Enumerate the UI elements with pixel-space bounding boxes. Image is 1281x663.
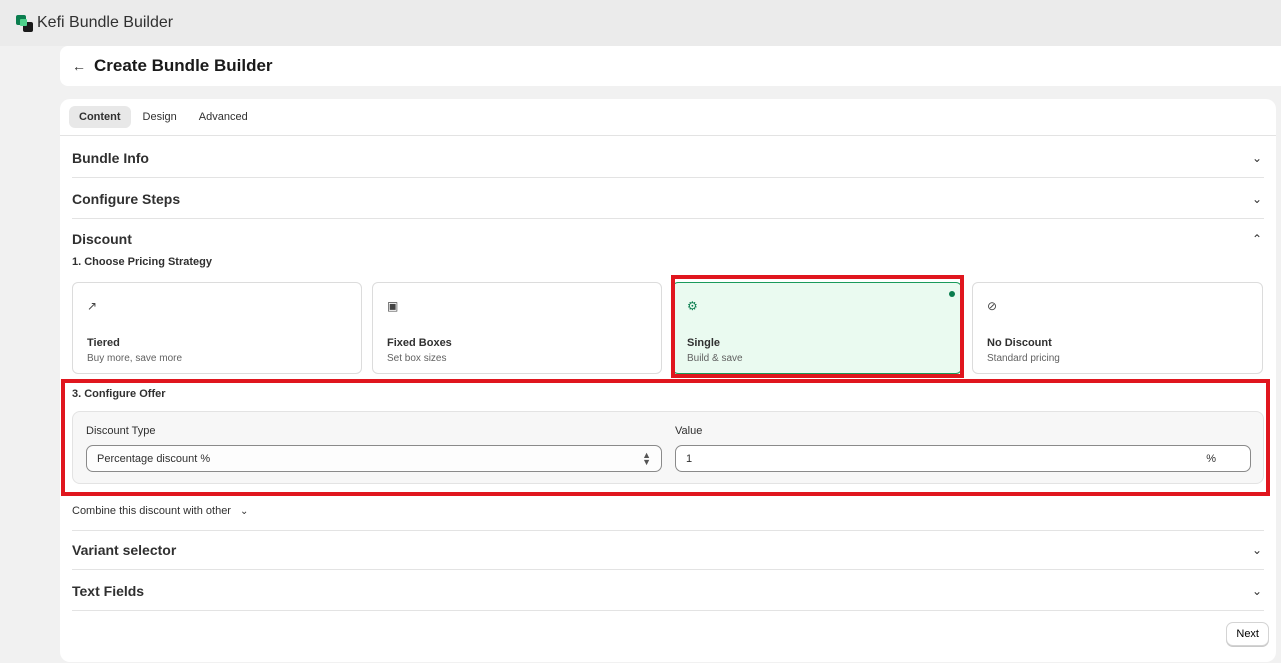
selected-indicator bbox=[949, 291, 955, 297]
strategy-description: Set box sizes bbox=[387, 353, 447, 364]
strategy-description: Build & save bbox=[687, 353, 743, 364]
value-field[interactable]: % bbox=[675, 445, 1251, 472]
tab-advanced[interactable]: Advanced bbox=[189, 106, 258, 128]
chevron-up-icon: ⌃ bbox=[1251, 232, 1262, 246]
back-arrow-icon[interactable]: ← bbox=[72, 58, 86, 74]
combine-discount-toggle[interactable]: Combine this discount with other ⌄ bbox=[72, 505, 248, 517]
strategy-description: Buy more, save more bbox=[87, 353, 183, 364]
box-icon: ▣ bbox=[387, 299, 399, 313]
chevron-down-icon: ⌄ bbox=[1251, 150, 1262, 165]
strategy-title: No Discount bbox=[987, 337, 1052, 349]
strategy-title: Fixed Boxes bbox=[387, 337, 452, 349]
configure-offer-box: Discount Type Percentage discount % ▲ ▼ V… bbox=[72, 411, 1264, 484]
chevron-down-icon: ⌄ bbox=[1251, 543, 1262, 557]
configure-offer-heading: 3. Configure Offer bbox=[72, 388, 166, 400]
section-title: Configure Steps bbox=[72, 190, 181, 207]
value-input[interactable] bbox=[686, 452, 1185, 465]
chevron-down-icon: ⌄ bbox=[1251, 191, 1262, 206]
discount-badge-icon: ⚙ bbox=[687, 299, 698, 313]
page-title-bar: ← Create Bundle Builder bbox=[60, 46, 1281, 86]
tab-bar: Content Design Advanced bbox=[60, 99, 1276, 136]
chevron-down-icon: ⌄ bbox=[1251, 583, 1262, 598]
tab-design[interactable]: Design bbox=[133, 106, 187, 128]
prohibited-icon: ⊘ bbox=[987, 299, 998, 313]
tab-content[interactable]: Content bbox=[69, 106, 131, 128]
strategy-card-tiered[interactable]: ↗ Tiered Buy more, save more bbox=[72, 282, 362, 374]
combine-label: Combine this discount with other bbox=[72, 505, 231, 517]
app-title: Kefi Bundle Builder bbox=[37, 14, 174, 31]
value-suffix: % bbox=[1206, 452, 1216, 465]
discount-type-label: Discount Type bbox=[86, 425, 156, 437]
page-title: Create Bundle Builder bbox=[94, 56, 273, 75]
app-header: Kefi Bundle Builder bbox=[0, 0, 1281, 46]
discount-type-select[interactable]: Percentage discount % ▲ ▼ bbox=[86, 445, 662, 472]
section-discount[interactable]: Discount ⌃ bbox=[72, 219, 1264, 259]
section-variant-selector[interactable]: Variant selector ⌄ bbox=[72, 530, 1264, 570]
section-text-fields[interactable]: Text Fields ⌄ bbox=[72, 571, 1264, 611]
strategy-card-fixed-boxes[interactable]: ▣ Fixed Boxes Set box sizes bbox=[372, 282, 662, 374]
strategy-card-no-discount[interactable]: ⊘ No Discount Standard pricing bbox=[972, 282, 1263, 374]
chevron-down-icon: ⌄ bbox=[240, 506, 249, 517]
discount-type-value: Percentage discount % bbox=[97, 452, 211, 465]
section-configure-steps[interactable]: Configure Steps ⌄ bbox=[72, 179, 1264, 219]
next-button[interactable]: Next bbox=[1226, 622, 1269, 646]
select-arrows-icon: ▲ ▼ bbox=[642, 449, 651, 467]
strategy-description: Standard pricing bbox=[987, 353, 1060, 364]
section-title: Text Fields bbox=[72, 582, 145, 599]
strategy-title: Tiered bbox=[87, 337, 120, 349]
section-title: Discount bbox=[72, 231, 132, 247]
strategy-card-single[interactable]: ⚙ Single Build & save bbox=[672, 282, 962, 374]
app-logo-icon bbox=[16, 14, 33, 32]
strategy-title: Single bbox=[687, 337, 721, 349]
section-title: Variant selector bbox=[72, 542, 177, 558]
section-bundle-info[interactable]: Bundle Info ⌄ bbox=[72, 138, 1264, 178]
builder-card: Content Design Advanced Bundle Info ⌄ Co… bbox=[60, 99, 1276, 662]
choose-strategy-heading: 1. Choose Pricing Strategy bbox=[72, 256, 212, 268]
section-title: Bundle Info bbox=[72, 149, 149, 166]
value-label: Value bbox=[675, 425, 703, 437]
trend-up-icon: ↗ bbox=[87, 299, 98, 313]
